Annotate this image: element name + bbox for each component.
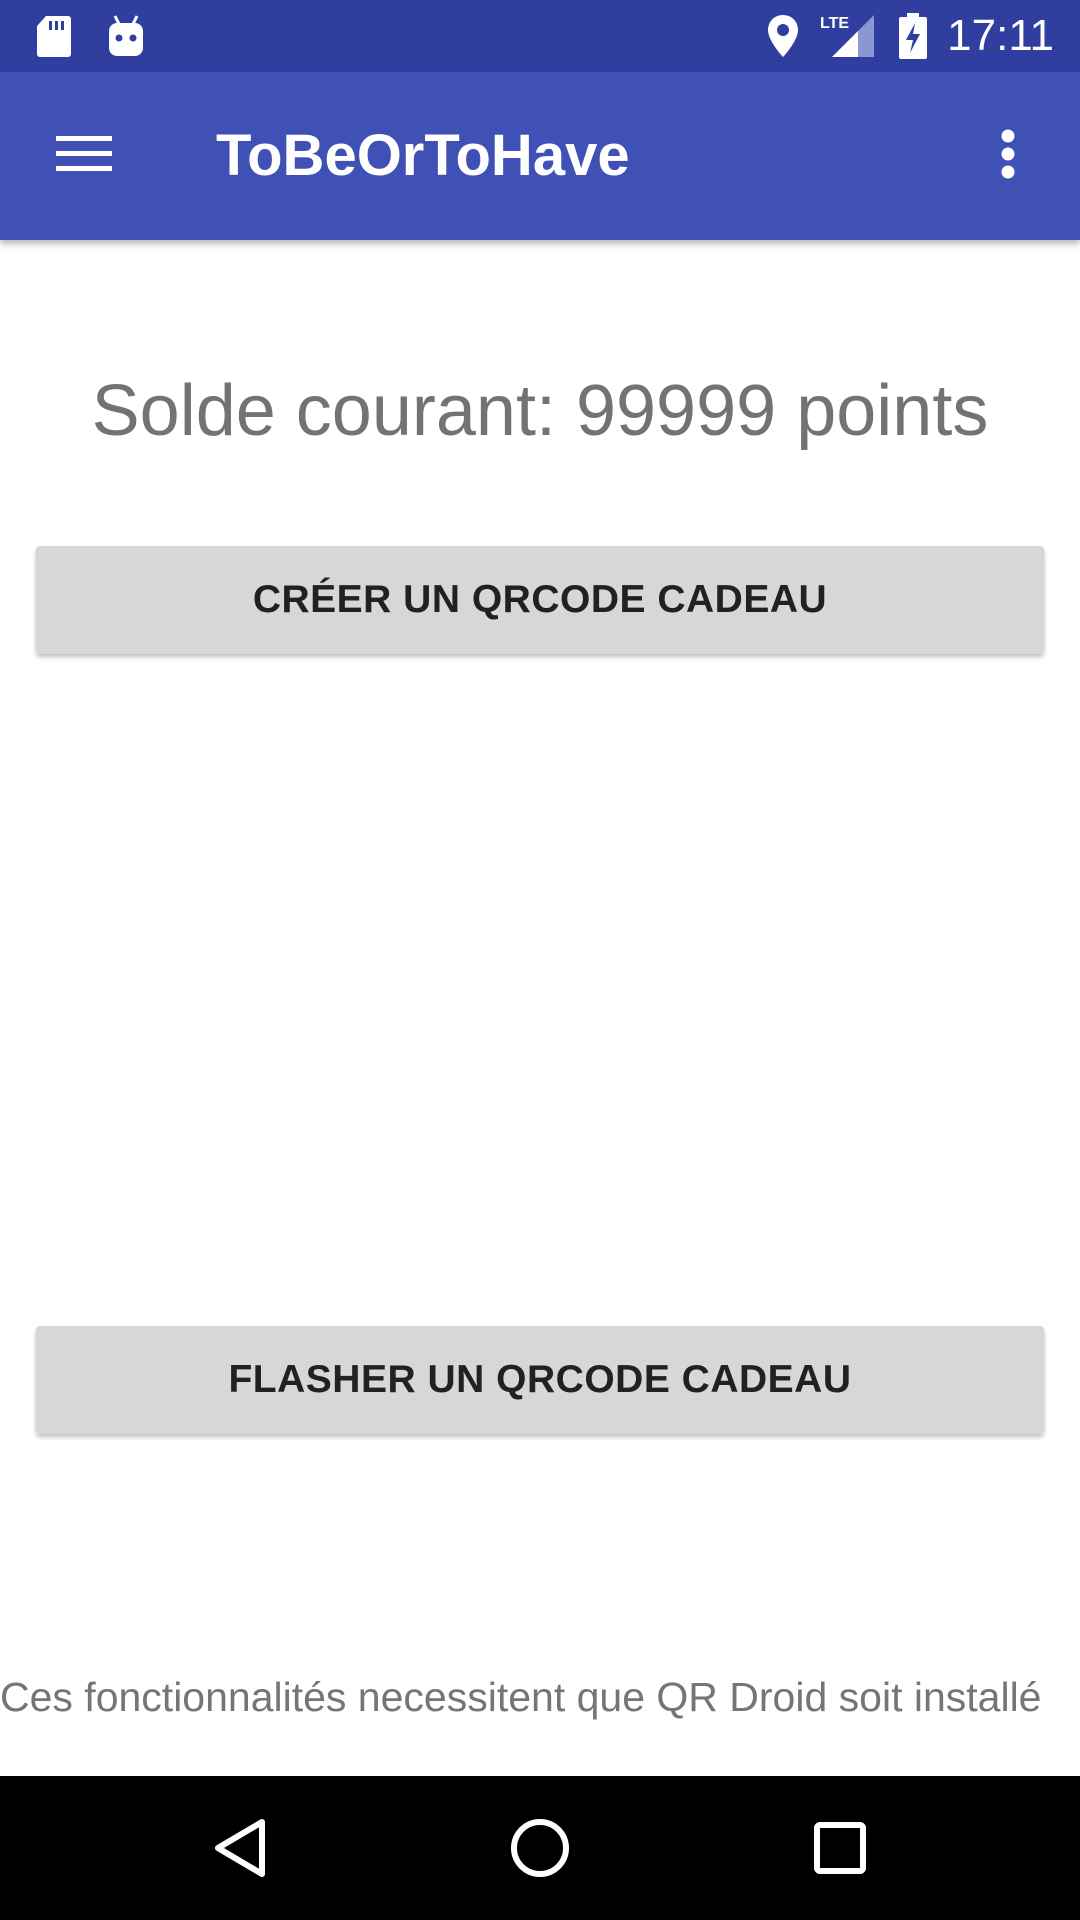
balance-text: Solde courant: 99999 points (91, 371, 989, 451)
navigation-drawer-button[interactable] (28, 98, 140, 210)
battery-charging-icon (896, 0, 930, 72)
app-title: ToBeOrToHave (216, 123, 630, 188)
home-icon (511, 1819, 569, 1877)
android-debug-icon (104, 0, 148, 72)
status-time: 17:11 (947, 11, 1054, 60)
qr-droid-requirement-note: Ces fonctionnalités necessitent que QR D… (0, 1674, 1042, 1720)
lte-label: LTE (820, 15, 849, 32)
recents-icon (814, 1822, 866, 1874)
create-gift-qrcode-button[interactable]: CRÉER UN QRCODE CADEAU (36, 546, 1044, 654)
scan-gift-qrcode-button[interactable]: FLASHER UN QRCODE CADEAU (36, 1326, 1044, 1434)
back-button[interactable] (190, 1798, 290, 1898)
back-icon (215, 1819, 265, 1877)
location-icon (762, 0, 804, 72)
system-navigation-bar (0, 1776, 1080, 1920)
app-bar: ToBeOrToHave (0, 72, 1080, 240)
sd-card-icon (34, 0, 74, 72)
more-vert-icon (1001, 129, 1015, 179)
overflow-menu-button[interactable] (952, 98, 1064, 210)
recents-button[interactable] (790, 1798, 890, 1898)
hamburger-menu-icon (56, 136, 112, 171)
status-bar: LTE 17:11 (0, 0, 1080, 72)
lte-signal-icon: LTE (818, 0, 876, 72)
home-button[interactable] (490, 1798, 590, 1898)
app-screen: LTE 17:11 ToBeOrToHave Solde courant: 99… (0, 0, 1080, 1920)
